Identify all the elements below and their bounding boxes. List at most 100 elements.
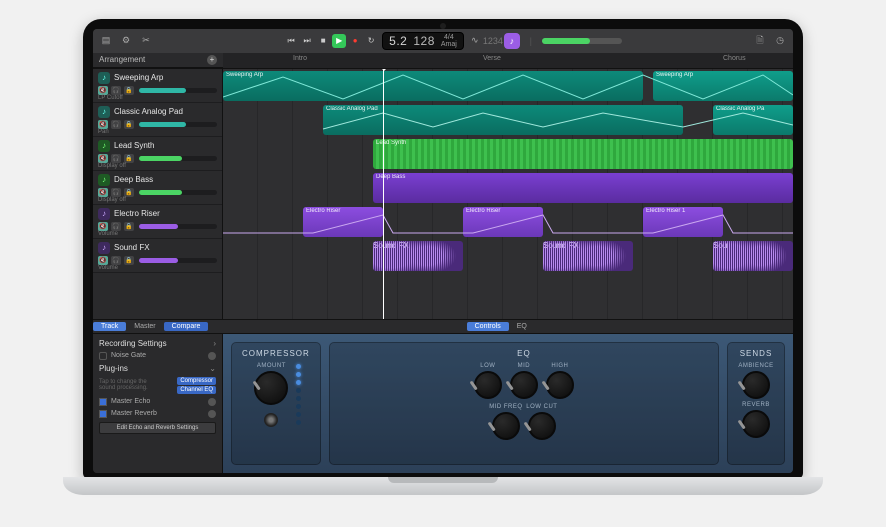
eq-high-knob[interactable]: [546, 371, 574, 399]
playhead[interactable]: [383, 69, 384, 319]
track-name: Sweeping Arp: [114, 73, 163, 82]
volume-slider[interactable]: [139, 88, 217, 93]
tab-controls[interactable]: Controls: [467, 322, 509, 331]
lock-button[interactable]: 🔒: [124, 154, 134, 163]
track-header-4[interactable]: ♪Electro Riser 🔇🎧🔒 Volume: [93, 205, 222, 239]
track-header-3[interactable]: ♪Deep Bass 🔇🎧🔒 Display off: [93, 171, 222, 205]
region[interactable]: Electro Riser: [463, 207, 543, 237]
mute-button[interactable]: 🔇: [98, 120, 108, 129]
stop-button[interactable]: ■: [316, 34, 330, 48]
lock-button[interactable]: 🔒: [124, 86, 134, 95]
scissors-icon[interactable]: ✂: [139, 34, 153, 48]
plugins-header[interactable]: Plug-ins: [99, 364, 128, 373]
volume-slider[interactable]: [139, 224, 217, 229]
cycle-button[interactable]: ↻: [364, 34, 378, 48]
master-echo-knob[interactable]: [208, 398, 216, 406]
compressor-bypass-button[interactable]: [264, 413, 278, 427]
eq-lowcut-knob[interactable]: [528, 412, 556, 440]
notepad-icon[interactable]: 🗎: [753, 34, 767, 48]
track-header-2[interactable]: ♪Lead Synth 🔇🎧🔒 Display off: [93, 137, 222, 171]
record-button[interactable]: ●: [348, 34, 362, 48]
arrange-area[interactable]: Sweeping Arp Sweeping Arp Classic Analog…: [223, 69, 793, 319]
solo-button[interactable]: 🎧: [111, 188, 121, 197]
sends-title: SENDS: [740, 349, 773, 358]
track-header-5[interactable]: ♪Sound FX 🔇🎧🔒 Volume: [93, 239, 222, 273]
track-headers-panel: ♪Sweeping Arp 🔇🎧🔒 LP Cutoff ♪Classic Ana…: [93, 69, 223, 319]
solo-button[interactable]: 🎧: [111, 222, 121, 231]
automation-param: LP Cutoff: [98, 95, 123, 101]
lock-button[interactable]: 🔒: [124, 188, 134, 197]
add-arrangement-button[interactable]: +: [207, 55, 217, 65]
plugin-compressor[interactable]: Compressor: [177, 377, 216, 385]
master-echo-checkbox[interactable]: [99, 398, 107, 406]
master-reverb-label: Master Reverb: [111, 410, 157, 417]
play-button[interactable]: ▶: [332, 34, 346, 48]
solo-button[interactable]: 🎧: [111, 86, 121, 95]
mute-button[interactable]: 🔇: [98, 188, 108, 197]
master-reverb-checkbox[interactable]: [99, 410, 107, 418]
region[interactable]: Deep Bass: [373, 173, 793, 203]
eq-midfreq-knob[interactable]: [492, 412, 520, 440]
region[interactable]: Sweeping Arp: [653, 71, 793, 101]
settings-icon[interactable]: ⚙: [119, 34, 133, 48]
arrangement-label: Arrangement: [99, 55, 145, 64]
noise-gate-label: Noise Gate: [111, 352, 146, 359]
lcd-display[interactable]: 5.2 128 4/4 Amaj: [382, 32, 464, 50]
forward-button[interactable]: ⏭: [300, 34, 314, 48]
eq-mid-knob[interactable]: [510, 371, 538, 399]
mute-button[interactable]: 🔇: [98, 222, 108, 231]
plugin-channel-eq[interactable]: Channel EQ: [177, 386, 216, 394]
automation-param: Pan: [98, 129, 109, 135]
solo-button[interactable]: 🎧: [111, 120, 121, 129]
reverb-knob[interactable]: [742, 410, 770, 438]
volume-slider[interactable]: [139, 190, 217, 195]
master-reverb-knob[interactable]: [208, 410, 216, 418]
tab-track[interactable]: Track: [93, 322, 126, 331]
solo-button[interactable]: 🎧: [111, 154, 121, 163]
volume-slider[interactable]: [139, 122, 217, 127]
timeline-ruler[interactable]: Intro Verse Chorus: [223, 53, 793, 68]
audio-region[interactable]: Sound FX: [543, 241, 633, 271]
loop-browser-icon[interactable]: ◷: [773, 34, 787, 48]
track-header-1[interactable]: ♪Classic Analog Pad 🔇🎧🔒 Pan: [93, 103, 222, 137]
recording-settings-header[interactable]: Recording Settings: [99, 339, 167, 348]
track-header-0[interactable]: ♪Sweeping Arp 🔇🎧🔒 LP Cutoff: [93, 69, 222, 103]
lock-button[interactable]: 🔒: [124, 120, 134, 129]
mute-button[interactable]: 🔇: [98, 256, 108, 265]
volume-slider[interactable]: [139, 258, 217, 263]
eq-low-knob[interactable]: [474, 371, 502, 399]
tab-master[interactable]: Master: [126, 322, 163, 331]
noise-gate-knob[interactable]: [208, 352, 216, 360]
ambience-knob[interactable]: [742, 371, 770, 399]
region[interactable]: Classic Analog Pa: [713, 105, 793, 135]
lock-button[interactable]: 🔒: [124, 222, 134, 231]
region[interactable]: Electro Riser 1: [643, 207, 723, 237]
arrangement-header: Arrangement +: [93, 53, 223, 68]
compressor-amount-knob[interactable]: [254, 371, 288, 405]
rewind-button[interactable]: ⏮: [284, 34, 298, 48]
region[interactable]: Sweeping Arp: [223, 71, 643, 101]
tab-compare[interactable]: Compare: [164, 322, 209, 331]
countoff-icon[interactable]: 1234: [486, 34, 500, 48]
track-name: Electro Riser: [114, 209, 160, 218]
mute-button[interactable]: 🔇: [98, 86, 108, 95]
volume-slider[interactable]: [139, 156, 217, 161]
master-volume-slider[interactable]: [542, 38, 622, 44]
audio-region[interactable]: Sound FX: [373, 241, 463, 271]
region[interactable]: Lead Synth: [373, 139, 793, 169]
noise-gate-checkbox[interactable]: [99, 352, 107, 360]
lock-button[interactable]: 🔒: [124, 256, 134, 265]
eq-title: EQ: [517, 349, 531, 358]
smart-controls-panel: Recording Settings› Noise Gate Plug-ins⌄…: [93, 333, 793, 473]
library-icon[interactable]: ▤: [99, 34, 113, 48]
region[interactable]: Classic Analog Pad: [323, 105, 683, 135]
mid-label: MID: [518, 363, 531, 369]
tab-eq[interactable]: EQ: [509, 322, 535, 331]
mute-button[interactable]: 🔇: [98, 154, 108, 163]
metronome-button[interactable]: ♪: [504, 33, 520, 49]
region[interactable]: Electro Riser: [303, 207, 383, 237]
solo-button[interactable]: 🎧: [111, 256, 121, 265]
tuner-icon[interactable]: ∿: [468, 34, 482, 48]
audio-region[interactable]: Sou: [713, 241, 793, 271]
edit-echo-reverb-button[interactable]: Edit Echo and Reverb Settings: [99, 422, 216, 434]
